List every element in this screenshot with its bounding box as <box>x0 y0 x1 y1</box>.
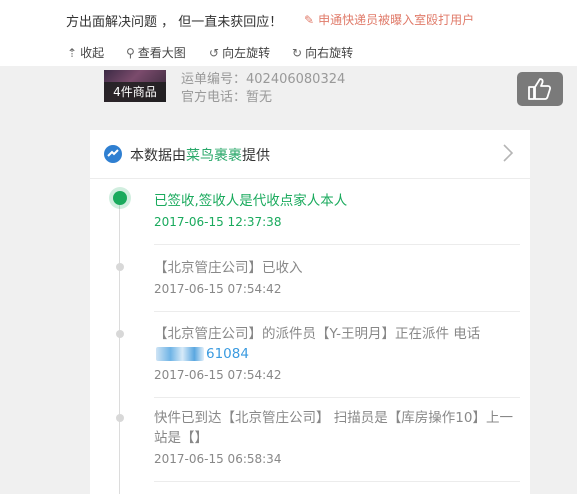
event-message: 快件已到达【北京管庄公司】 扫描员是【库房操作10】上一站是【】 <box>154 410 513 446</box>
rotate-right-icon: ↻ <box>292 46 303 60</box>
rotate-right-label: 向右旋转 <box>305 46 354 60</box>
event-time: 2017-06-15 12:37:38 <box>154 215 282 229</box>
phone-value: 暂无 <box>246 90 273 105</box>
event-time: 2017-06-15 07:54:42 <box>154 368 282 382</box>
collapse-button[interactable]: ⇡ 收起 <box>67 44 104 61</box>
timeline-dot <box>116 414 124 422</box>
collapse-label: 收起 <box>80 46 105 60</box>
timeline-dot-active <box>113 191 127 205</box>
data-source-title: 本数据由菜鸟裹裹提供 <box>130 145 270 165</box>
article-header: 方出面解决问题 ， 但一直未获回应！ ✎ 申通快递员被曝入室殴打用户 <box>0 0 577 39</box>
cainiao-logo-icon <box>104 145 122 163</box>
phone-label: 官方电话： <box>181 90 247 105</box>
rotate-left-button[interactable]: ↺ 向左旋转 <box>209 44 270 61</box>
timeline-line <box>119 192 120 494</box>
timeline-dot <box>116 263 124 271</box>
title-brand: 菜鸟裹裹 <box>186 148 242 164</box>
chevron-right-icon <box>503 144 514 162</box>
courier-phone-link[interactable]: 61084 <box>206 346 249 362</box>
rotate-left-label: 向左旋转 <box>222 46 271 60</box>
data-source-header[interactable]: 本数据由菜鸟裹裹提供 <box>90 130 530 179</box>
timeline-event: 【北京管庄公司】已收入 2017-06-15 07:54:42 <box>154 258 514 296</box>
rotate-right-button[interactable]: ↻ 向右旋转 <box>292 44 353 61</box>
goods-count-badge: 4件商品 <box>104 82 166 102</box>
waybill-number: 402406080324 <box>246 72 346 87</box>
timeline-event: 已签收,签收人是代收点家人本人 2017-06-15 12:37:38 <box>154 191 514 229</box>
like-button[interactable] <box>517 72 563 106</box>
waybill-label: 运单编号： <box>181 72 247 87</box>
title-prefix: 本数据由 <box>130 148 186 164</box>
article-text: 方出面解决问题 ， 但一直未获回应！ <box>66 15 283 30</box>
rotate-left-icon: ↺ <box>209 46 220 60</box>
divider <box>154 481 520 482</box>
divider <box>154 397 520 398</box>
event-message: 【北京管庄公司】已收入 <box>154 260 303 276</box>
waybill-info: 运单编号：402406080324 官方电话：暂无 <box>181 71 345 107</box>
related-news-link[interactable]: ✎ 申通快递员被曝入室殴打用户 <box>304 11 474 28</box>
timeline-event: 【北京管庄公司】的派件员【Y-王明月】正在派件 电话 61084 2017-06-… <box>154 324 514 382</box>
image-toolbar: ⇡ 收起 ⚲ 查看大图 ↺ 向左旋转 ↻ 向右旋转 <box>0 38 577 66</box>
search-icon: ⚲ <box>126 46 135 60</box>
divider <box>154 244 520 245</box>
timeline-dot <box>116 330 124 338</box>
collapse-icon: ⇡ <box>67 46 78 60</box>
event-time: 2017-06-15 06:58:34 <box>154 452 282 466</box>
redacted-phone-blur <box>156 347 204 361</box>
event-message: 【北京管庄公司】的派件员【Y-王明月】正在派件 电话 61084 <box>154 324 514 364</box>
view-large-button[interactable]: ⚲ 查看大图 <box>126 44 186 61</box>
pen-icon: ✎ <box>304 13 315 27</box>
view-large-label: 查看大图 <box>137 46 186 60</box>
title-suffix: 提供 <box>242 148 270 164</box>
timeline-event: 快件已到达【北京管庄公司】 扫描员是【库房操作10】上一站是【】 2017-06… <box>154 408 514 466</box>
event-time: 2017-06-15 07:54:42 <box>154 282 282 296</box>
event-message-text: 【北京管庄公司】的派件员【Y-王明月】正在派件 电话 <box>154 326 481 342</box>
related-news-label: 申通快递员被曝入室殴打用户 <box>318 13 475 27</box>
event-message: 已签收,签收人是代收点家人本人 <box>154 193 348 209</box>
thumbs-up-icon <box>528 78 552 100</box>
divider <box>154 311 520 312</box>
